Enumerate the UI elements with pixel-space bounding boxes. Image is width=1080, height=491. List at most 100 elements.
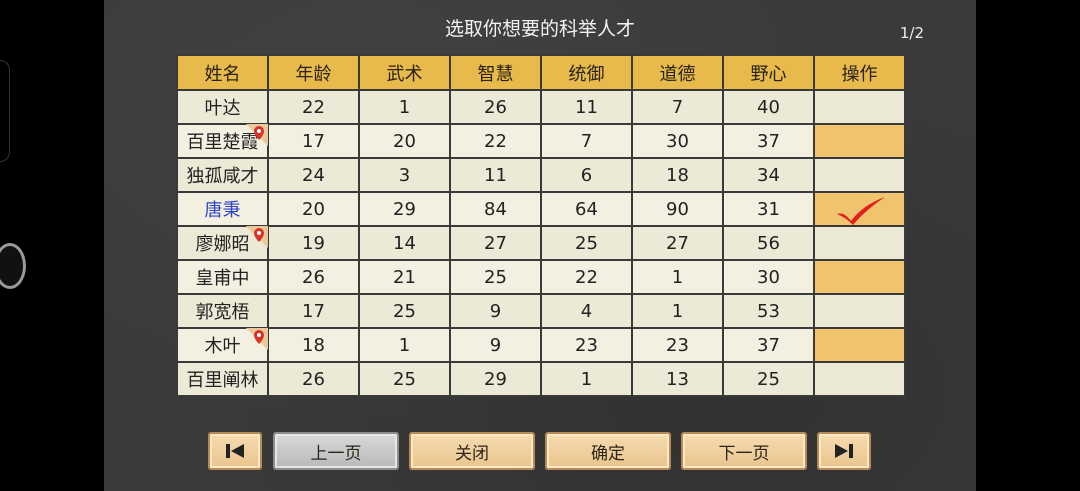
location-pin-icon [246, 226, 268, 248]
last-page-button[interactable] [817, 432, 871, 470]
talent-table: 姓名 年龄 武术 智慧 统御 道德 野心 操作 叶达 22 1 26 11 7 40 百里楚霞… [176, 54, 906, 397]
left-bezel [0, 0, 104, 491]
cell-wisdom: 9 [449, 327, 542, 363]
table-row[interactable]: 百里阐林 26 25 29 1 13 25 [176, 361, 906, 397]
cell-action[interactable] [813, 259, 906, 295]
cell-wisdom: 27 [449, 225, 542, 261]
col-header-martial: 武术 [358, 54, 451, 91]
phone-edge [0, 60, 10, 162]
col-header-wisdom: 智慧 [449, 54, 542, 91]
table-row[interactable]: 郭宽梧 17 25 9 4 1 53 [176, 293, 906, 329]
cell-wisdom: 26 [449, 89, 542, 125]
table-row[interactable]: 皇甫中 26 21 25 22 1 30 [176, 259, 906, 295]
cell-wisdom: 25 [449, 259, 542, 295]
talent-name: 木叶 [204, 336, 241, 357]
status-badge [0, 243, 26, 289]
cell-action[interactable] [813, 89, 906, 125]
cell-morality: 27 [631, 225, 724, 261]
cell-name: 独孤咸才 [176, 157, 269, 193]
skip-first-icon [226, 444, 244, 458]
cell-martial: 1 [358, 327, 451, 363]
right-bezel [976, 0, 1080, 491]
cell-action[interactable] [813, 225, 906, 261]
cell-wisdom: 22 [449, 123, 542, 159]
talent-name: 皇甫中 [195, 268, 250, 289]
cell-command: 23 [540, 327, 633, 363]
first-page-button[interactable] [208, 432, 262, 470]
cell-action[interactable] [813, 361, 906, 397]
cell-age: 26 [267, 361, 360, 397]
talent-name: 独孤咸才 [186, 166, 259, 187]
cell-age: 22 [267, 89, 360, 125]
cell-morality: 30 [631, 123, 724, 159]
table-header-row: 姓名 年龄 武术 智慧 统御 道德 野心 操作 [176, 54, 906, 91]
cell-martial: 1 [358, 89, 451, 125]
cell-morality: 1 [631, 293, 724, 329]
cell-action[interactable] [813, 191, 906, 227]
talent-selection-panel: 选取你想要的科举人才 1/2 姓名 年龄 武术 智慧 统御 道德 野心 操作 叶… [104, 0, 976, 491]
table-row[interactable]: 独孤咸才 24 3 11 6 18 34 [176, 157, 906, 193]
confirm-button[interactable]: 确定 [545, 432, 671, 470]
cell-age: 17 [267, 293, 360, 329]
col-header-age: 年龄 [267, 54, 360, 91]
cell-action[interactable] [813, 293, 906, 329]
talent-name: 唐秉 [204, 200, 241, 221]
cell-command: 4 [540, 293, 633, 329]
skip-last-icon [835, 444, 853, 458]
table-row[interactable]: 百里楚霞 17 20 22 7 30 37 [176, 123, 906, 159]
location-pin-icon [246, 328, 268, 350]
cell-command: 6 [540, 157, 633, 193]
prev-page-button[interactable]: 上一页 [273, 432, 399, 470]
table-row[interactable]: 木叶 18 1 9 23 23 37 [176, 327, 906, 363]
check-icon [837, 197, 885, 225]
cell-martial: 3 [358, 157, 451, 193]
talent-name: 百里阐林 [186, 370, 259, 391]
col-header-ambition: 野心 [722, 54, 815, 91]
cell-command: 64 [540, 191, 633, 227]
cell-age: 17 [267, 123, 360, 159]
cell-age: 26 [267, 259, 360, 295]
table-row[interactable]: 叶达 22 1 26 11 7 40 [176, 89, 906, 125]
cell-command: 11 [540, 89, 633, 125]
cell-name: 叶达 [176, 89, 269, 125]
cell-name: 皇甫中 [176, 259, 269, 295]
cell-age: 18 [267, 327, 360, 363]
cell-wisdom: 9 [449, 293, 542, 329]
col-header-morality: 道德 [631, 54, 724, 91]
cell-martial: 25 [358, 293, 451, 329]
cell-ambition: 30 [722, 259, 815, 295]
cell-ambition: 56 [722, 225, 815, 261]
table-row[interactable]: 唐秉 20 29 84 64 90 31 [176, 191, 906, 227]
cell-martial: 29 [358, 191, 451, 227]
cell-name: 百里阐林 [176, 361, 269, 397]
location-pin-icon [246, 124, 268, 146]
col-header-command: 统御 [540, 54, 633, 91]
table-row[interactable]: 廖娜昭 19 14 27 25 27 56 [176, 225, 906, 261]
cell-age: 24 [267, 157, 360, 193]
cell-martial: 25 [358, 361, 451, 397]
cell-age: 19 [267, 225, 360, 261]
cell-martial: 20 [358, 123, 451, 159]
cell-action[interactable] [813, 157, 906, 193]
col-header-action: 操作 [813, 54, 906, 91]
close-button[interactable]: 关闭 [409, 432, 535, 470]
cell-command: 1 [540, 361, 633, 397]
cell-martial: 21 [358, 259, 451, 295]
cell-action[interactable] [813, 327, 906, 363]
panel-title: 选取你想要的科举人才 [444, 18, 635, 40]
col-header-name: 姓名 [176, 54, 269, 91]
cell-command: 22 [540, 259, 633, 295]
cell-ambition: 37 [722, 123, 815, 159]
talent-name: 郭宽梧 [195, 302, 250, 323]
cell-ambition: 53 [722, 293, 815, 329]
cell-morality: 90 [631, 191, 724, 227]
cell-action[interactable] [813, 123, 906, 159]
page-indicator: 1/2 [899, 24, 924, 42]
cell-wisdom: 84 [449, 191, 542, 227]
cell-age: 20 [267, 191, 360, 227]
cell-morality: 7 [631, 89, 724, 125]
cell-ambition: 34 [722, 157, 815, 193]
next-page-button[interactable]: 下一页 [681, 432, 807, 470]
cell-name: 木叶 [176, 327, 269, 363]
cell-wisdom: 11 [449, 157, 542, 193]
